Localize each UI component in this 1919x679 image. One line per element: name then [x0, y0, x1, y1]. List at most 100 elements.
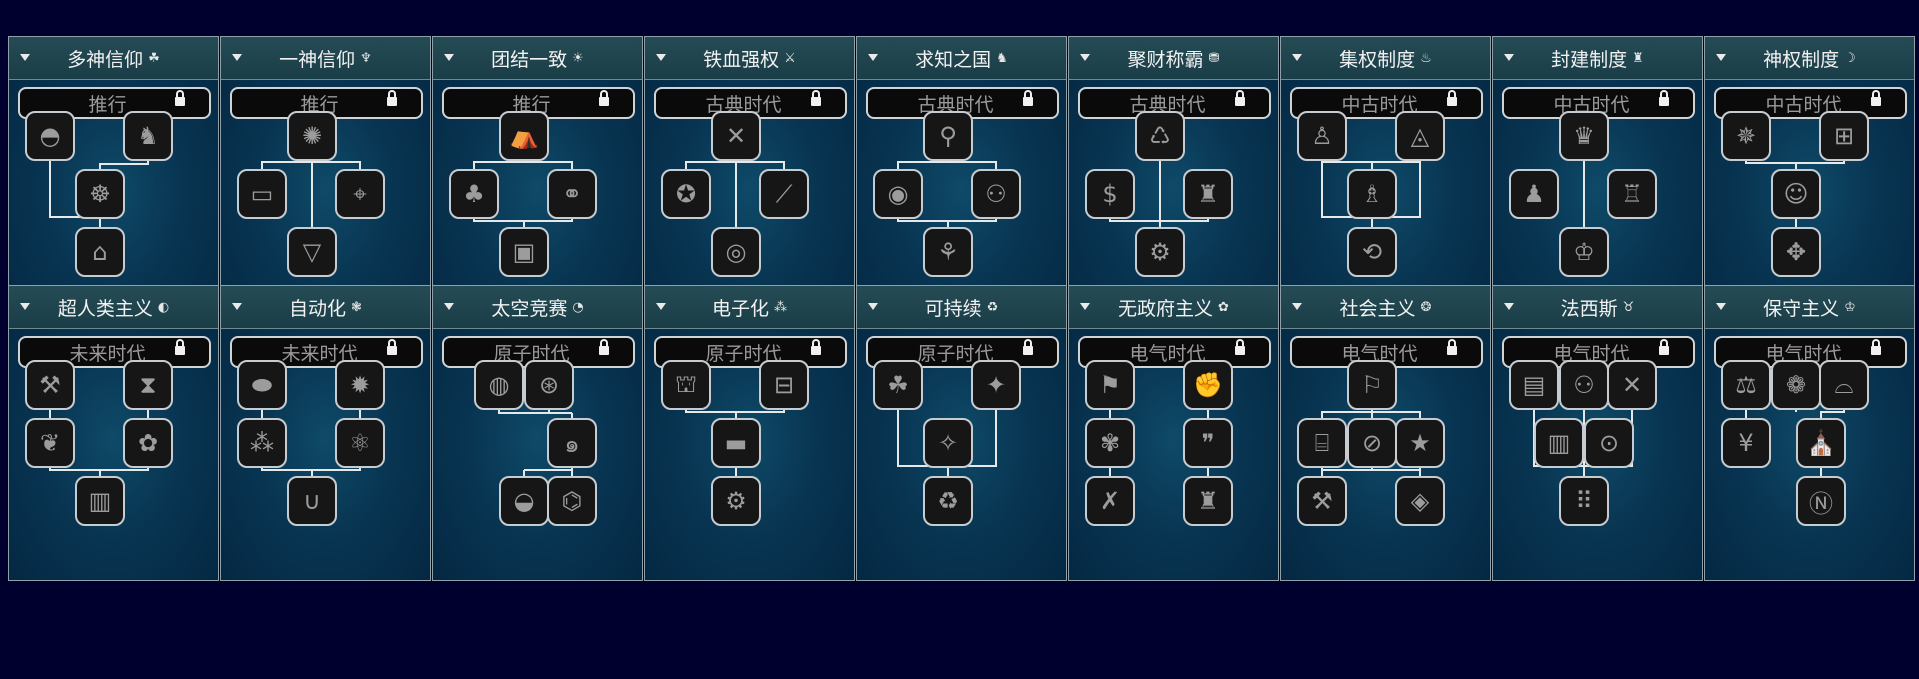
sunrise-temple-icon[interactable]: ◓ [25, 111, 75, 161]
crossed-swords-icon[interactable]: ✕ [711, 111, 761, 161]
no-entry-icon[interactable]: Ⓝ [1796, 476, 1846, 526]
computer-icon[interactable]: ▬ [711, 418, 761, 468]
robot-arm-icon[interactable]: ⚒ [25, 360, 75, 410]
molecule-icon[interactable]: ⚛ [335, 418, 385, 468]
people-group-icon[interactable]: ⚇ [971, 169, 1021, 219]
galaxy-icon[interactable]: ๑ [547, 418, 597, 468]
circuit-board-icon[interactable]: ⊟ [759, 360, 809, 410]
gear-coin-icon[interactable]: ⚙ [1135, 227, 1185, 277]
newspaper-icon[interactable]: ▤ [1509, 360, 1559, 410]
star-people-icon[interactable]: ★ [1395, 418, 1445, 468]
wheat-flag-icon[interactable]: ⚐ [1347, 360, 1397, 410]
state-factory-icon[interactable]: ⌸ [1297, 418, 1347, 468]
pantheon-temple-icon[interactable]: ⌂ [75, 227, 125, 277]
clergy-icon[interactable]: ✵ [1721, 111, 1771, 161]
shield-emblem-icon[interactable]: ◎ [711, 227, 761, 277]
location-pin-icon[interactable]: ⚲ [923, 111, 973, 161]
crossed-tools-icon[interactable]: ✗ [1085, 476, 1135, 526]
dna-icon[interactable]: ⧗ [123, 360, 173, 410]
bottom-row: 超人类主义 ◐ 未来时代 ⚒ ⧗ ❦ ✿ ▥ 自动化 ❃ 未来时代 ⬬ ✹ ⁂ ⚛ ∪ 太空竞赛 ◔ 原子时代 ◍ ⊛ ๑… [8, 285, 1915, 583]
civic-card: 自动化 ❃ 未来时代 ⬬ ✹ ⁂ ⚛ ∪ [220, 285, 431, 581]
folder-gear-icon[interactable]: ⚙ [711, 476, 761, 526]
civic-card: 法西斯 ♉ 电气时代 ▤ ⚇ ✕ ▥ ⊙ ⠿ [1492, 285, 1703, 581]
curved-sword-icon[interactable]: ⟋ [759, 169, 809, 219]
civic-card: 太空竞赛 ◔ 原子时代 ◍ ⊛ ๑ ◒ ⌬ [432, 285, 643, 581]
plant-hand-icon[interactable]: ☘ [873, 360, 923, 410]
parliament-icon[interactable]: ♜ [1183, 476, 1233, 526]
robed-figure-icon[interactable]: ☺ [1771, 169, 1821, 219]
money-hand-icon[interactable]: ¥ [1721, 418, 1771, 468]
civic-card: 保守主义 ♔ 电气时代 ⚖ ❁ ⌓ ¥ ⛪ Ⓝ [1704, 285, 1915, 581]
meeting-icon[interactable]: ⚇ [1559, 360, 1609, 410]
speech-bubbles-icon[interactable]: ❞ [1183, 418, 1233, 468]
lightbulb-icon[interactable]: ✦ [971, 360, 1021, 410]
rose-emblem-icon[interactable]: ❁ [1771, 360, 1821, 410]
connector-line [261, 161, 312, 169]
civic-card: 社会主义 ❂ 电气时代 ⚐ ⌸ ⊘ ★ ⚒ ◈ [1280, 285, 1491, 581]
bank-building-icon[interactable]: ⛪ [1796, 418, 1846, 468]
eye-pyramid-icon[interactable]: ◬ [1395, 111, 1445, 161]
handshake-circle-icon[interactable]: ♺ [1135, 111, 1185, 161]
holy-book-icon[interactable]: ▣ [499, 227, 549, 277]
brain-icon[interactable]: ✿ [123, 418, 173, 468]
no-money-icon[interactable]: ⊘ [1347, 418, 1397, 468]
fruit-icon[interactable]: ❦ [25, 418, 75, 468]
connector-line [948, 161, 997, 169]
trophy-people-icon[interactable]: ⚘ [923, 227, 973, 277]
lion-head-icon[interactable]: ✪ [661, 169, 711, 219]
royal-court-icon[interactable]: ♛ [1559, 111, 1609, 161]
scales-icon[interactable]: ⚖ [1721, 360, 1771, 410]
network-people-icon[interactable]: ⁂ [237, 418, 287, 468]
wheat-icon[interactable]: ✾ [1085, 418, 1135, 468]
marching-figures-icon[interactable]: ⠿ [1559, 476, 1609, 526]
top-hat-icon[interactable]: ♜ [1183, 169, 1233, 219]
gift-icon[interactable]: ⊞ [1819, 111, 1869, 161]
sphinx-icon[interactable]: ♞ [123, 111, 173, 161]
civic-card: 可持续 ♻ 原子时代 ☘ ✦ ✧ ♻ [856, 285, 1067, 581]
connector-line [524, 161, 573, 169]
handshake-deal-icon[interactable]: ⚭ [547, 169, 597, 219]
rotate-home-icon[interactable]: ⟲ [1347, 227, 1397, 277]
connector-line [685, 161, 736, 169]
assembly-icon[interactable]: ⌓ [1819, 360, 1869, 410]
globe-rocket-icon[interactable]: ◒ [499, 476, 549, 526]
scroll-icon[interactable]: ▭ [237, 169, 287, 219]
connector-line [736, 161, 785, 169]
reading-figure-icon[interactable]: ♗ [1347, 169, 1397, 219]
magnify-eye-icon[interactable]: ⊙ [1584, 418, 1634, 468]
civic-card: 电子化 ⁂ 原子时代 ⛫ ⊟ ▬ ⚙ [644, 285, 855, 581]
civic-card: 超人类主义 ◐ 未来时代 ⚒ ⧗ ❦ ✿ ▥ [8, 285, 219, 581]
connector-line [312, 161, 361, 169]
scroll-flag-icon[interactable]: ▥ [75, 476, 125, 526]
sparkle-water-icon[interactable]: ✧ [923, 418, 973, 468]
sacred-tree-icon[interactable]: ✥ [1771, 227, 1821, 277]
satellite-badge-icon[interactable]: ⊛ [524, 360, 574, 410]
raised-fist-icon[interactable]: ✊ [1183, 360, 1233, 410]
altar-icon[interactable]: ✺ [287, 111, 337, 161]
tent-icon[interactable]: ⛺ [499, 111, 549, 161]
throne-figure-icon[interactable]: ♙ [1297, 111, 1347, 161]
capsule-icon[interactable]: ⬬ [237, 360, 287, 410]
tree-connectors [498, 407, 573, 476]
windmill-icon[interactable]: ✕ [1607, 360, 1657, 410]
atom-ring-icon[interactable]: ◍ [474, 360, 524, 410]
triquetra-icon[interactable]: ▽ [287, 227, 337, 277]
civic-card: 无政府主义 ✿ 电气时代 ⚑ ✊ ✾ ❞ ✗ ♜ [1068, 285, 1279, 581]
castle-icon[interactable]: ♖ [1607, 169, 1657, 219]
prison-icon[interactable]: ▥ [1534, 418, 1584, 468]
crown-icon[interactable]: ♔ [1559, 227, 1609, 277]
intersect-circles-icon[interactable]: ◉ [873, 169, 923, 219]
telescope-icon[interactable]: ⌖ [335, 169, 385, 219]
torch-icon[interactable]: ⚑ [1085, 360, 1135, 410]
graduation-cap-icon[interactable]: ⌬ [547, 476, 597, 526]
badge-diamond-icon[interactable]: ◈ [1395, 476, 1445, 526]
magnet-icon[interactable]: ∪ [287, 476, 337, 526]
bank-icon[interactable]: ⛫ [661, 360, 711, 410]
hammer-tool-icon[interactable]: ⚒ [1297, 476, 1347, 526]
forest-icon[interactable]: ♣ [449, 169, 499, 219]
money-bag-icon[interactable]: $ [1085, 169, 1135, 219]
lightbulb-gear-icon[interactable]: ✹ [335, 360, 385, 410]
dharma-wheel-icon[interactable]: ☸ [75, 169, 125, 219]
bowing-figure-icon[interactable]: ♟ [1509, 169, 1559, 219]
recycle-arrow-icon[interactable]: ♻ [923, 476, 973, 526]
